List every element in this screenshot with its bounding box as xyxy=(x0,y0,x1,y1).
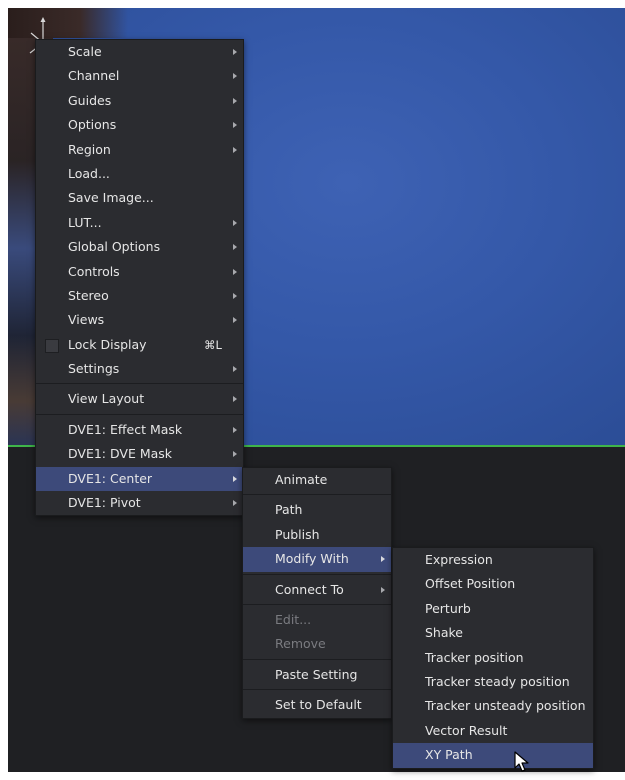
menu-item-label: Tracker position xyxy=(425,649,524,665)
menu-item-label: Offset Position xyxy=(425,576,516,592)
menu-item-label: Connect To xyxy=(275,581,344,597)
menu-item-label: Options xyxy=(68,117,117,133)
menu-item-perturb[interactable]: Perturb xyxy=(393,597,593,621)
menu-item-options[interactable]: Options xyxy=(36,113,243,137)
menu-item-scale[interactable]: Scale xyxy=(36,40,243,64)
menu-item-label: Channel xyxy=(68,68,120,84)
menu-item-label: Vector Result xyxy=(425,722,508,738)
menu-item-label: Shake xyxy=(425,625,464,641)
menu-item-guides[interactable]: Guides xyxy=(36,89,243,113)
menu-item-publish[interactable]: Publish xyxy=(243,523,391,547)
modify-with-submenu: Expression Offset Position Perturb Shake… xyxy=(392,547,594,769)
menu-item-load[interactable]: Load... xyxy=(36,162,243,186)
menu-item-settings[interactable]: Settings xyxy=(36,357,243,381)
menu-item-label: Tracker unsteady position xyxy=(425,698,586,714)
menu-item-label: DVE1: DVE Mask xyxy=(68,446,173,462)
shortcut-label: ⌘L xyxy=(204,337,222,352)
submenu-arrow-icon xyxy=(233,268,237,275)
menu-item-edit: Edit... xyxy=(243,608,391,632)
submenu-arrow-icon xyxy=(233,97,237,104)
menu-item-label: Settings xyxy=(68,361,120,377)
submenu-arrow-icon xyxy=(233,219,237,226)
menu-item-tracker-unsteady-position[interactable]: Tracker unsteady position xyxy=(393,694,593,718)
submenu-arrow-icon xyxy=(233,475,237,482)
submenu-arrow-icon xyxy=(233,366,237,373)
menu-item-lock-display[interactable]: Lock Display ⌘L xyxy=(36,333,243,357)
menu-item-shake[interactable]: Shake xyxy=(393,621,593,645)
submenu-arrow-icon xyxy=(233,396,237,403)
submenu-arrow-icon xyxy=(233,244,237,251)
menu-item-xy-path[interactable]: XY Path xyxy=(393,743,593,768)
menu-item-label: Tracker steady position xyxy=(425,673,570,689)
menu-item-animate[interactable]: Animate xyxy=(243,468,391,492)
submenu-arrow-icon xyxy=(233,146,237,153)
submenu-arrow-icon xyxy=(233,122,237,129)
submenu-arrow-icon xyxy=(381,586,385,593)
menu-item-label: DVE1: Center xyxy=(68,470,153,486)
menu-item-label: XY Path xyxy=(425,747,473,763)
submenu-arrow-icon xyxy=(233,317,237,324)
menu-item-controls[interactable]: Controls xyxy=(36,260,243,284)
menu-item-label: Edit... xyxy=(275,611,312,627)
mouse-pointer-icon xyxy=(514,751,529,772)
menu-item-label: Animate xyxy=(275,472,328,487)
menu-item-dve1-center[interactable]: DVE1: Center xyxy=(36,466,243,492)
menu-item-label: Lock Display xyxy=(68,336,147,352)
menu-item-label: Publish xyxy=(275,526,320,542)
menu-item-label: Expression xyxy=(425,552,493,567)
menu-item-label: Save Image... xyxy=(68,190,154,206)
viewer-context-menu: Scale Channel Guides Options Region Load… xyxy=(35,39,244,517)
menu-item-vector-result[interactable]: Vector Result xyxy=(393,719,593,743)
menu-item-tracker-steady-position[interactable]: Tracker steady position xyxy=(393,670,593,694)
center-submenu: Animate Path Publish Modify With Connect… xyxy=(242,467,392,719)
menu-item-label: DVE1: Pivot xyxy=(68,495,141,511)
menu-item-set-to-default[interactable]: Set to Default xyxy=(243,693,391,717)
submenu-arrow-icon xyxy=(233,426,237,433)
menu-item-paste-setting[interactable]: Paste Setting xyxy=(243,663,391,687)
lock-display-checkbox[interactable] xyxy=(45,338,59,353)
menu-item-label: Perturb xyxy=(425,600,471,616)
submenu-arrow-icon xyxy=(233,49,237,55)
menu-item-label: Global Options xyxy=(68,239,161,255)
menu-item-stereo[interactable]: Stereo xyxy=(36,284,243,308)
menu-item-views[interactable]: Views xyxy=(36,308,243,332)
menu-item-save-image[interactable]: Save Image... xyxy=(36,186,243,210)
menu-item-label: Set to Default xyxy=(275,697,362,713)
submenu-arrow-icon xyxy=(233,500,237,507)
menu-item-expression[interactable]: Expression xyxy=(393,548,593,572)
menu-item-label: View Layout xyxy=(68,391,145,407)
menu-item-channel[interactable]: Channel xyxy=(36,64,243,88)
submenu-arrow-icon xyxy=(233,451,237,458)
menu-item-dve1-dve-mask[interactable]: DVE1: DVE Mask xyxy=(36,442,243,466)
submenu-arrow-icon xyxy=(233,292,237,299)
menu-item-label: Scale xyxy=(68,44,102,59)
menu-item-dve1-pivot[interactable]: DVE1: Pivot xyxy=(36,491,243,515)
menu-item-dve1-effect-mask[interactable]: DVE1: Effect Mask xyxy=(36,418,243,442)
menu-item-label: Views xyxy=(68,312,105,328)
menu-item-label: Modify With xyxy=(275,551,349,567)
menu-item-global-options[interactable]: Global Options xyxy=(36,235,243,259)
menu-item-region[interactable]: Region xyxy=(36,138,243,162)
menu-item-connect-to[interactable]: Connect To xyxy=(243,578,391,602)
menu-item-modify-with[interactable]: Modify With xyxy=(243,547,391,572)
submenu-arrow-icon xyxy=(381,556,385,563)
menu-item-label: Guides xyxy=(68,92,112,108)
menu-item-offset-position[interactable]: Offset Position xyxy=(393,572,593,596)
menu-item-view-layout[interactable]: View Layout xyxy=(36,387,243,411)
menu-item-label: Stereo xyxy=(68,287,109,303)
menu-item-tracker-position[interactable]: Tracker position xyxy=(393,646,593,670)
submenu-arrow-icon xyxy=(233,73,237,80)
menu-item-label: Remove xyxy=(275,636,326,652)
menu-item-label: Load... xyxy=(68,165,110,181)
menu-item-remove: Remove xyxy=(243,632,391,656)
menu-item-path[interactable]: Path xyxy=(243,498,391,522)
menu-item-label: Path xyxy=(275,502,303,518)
menu-item-lut[interactable]: LUT... xyxy=(36,211,243,235)
menu-item-label: Paste Setting xyxy=(275,666,358,682)
menu-item-label: DVE1: Effect Mask xyxy=(68,421,183,437)
menu-item-label: Region xyxy=(68,141,111,157)
menu-item-label: LUT... xyxy=(68,214,102,230)
menu-item-label: Controls xyxy=(68,263,120,279)
